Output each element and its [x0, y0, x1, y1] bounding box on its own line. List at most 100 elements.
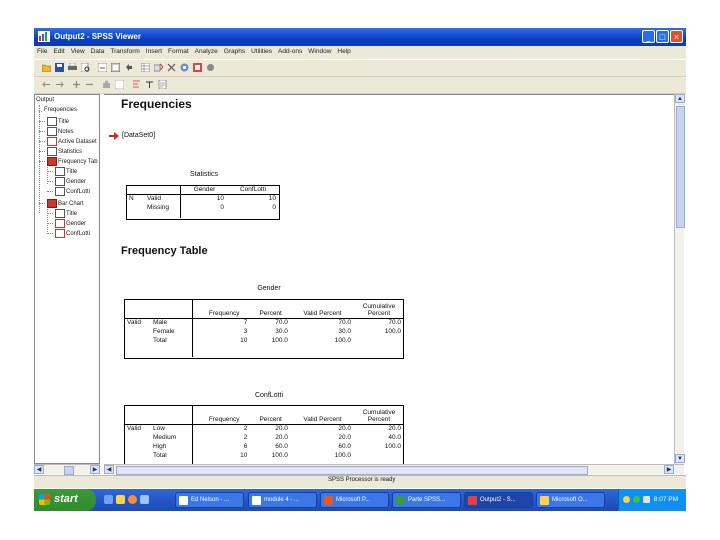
promote-arrow-icon[interactable] — [42, 80, 51, 89]
menu-format[interactable]: Format — [165, 46, 192, 55]
outline-item-title[interactable]: Title — [47, 209, 77, 218]
menu-view[interactable]: View — [68, 46, 88, 55]
outline-item-output[interactable]: Output — [36, 97, 54, 103]
undo-icon[interactable] — [124, 63, 133, 72]
insert-heading-icon[interactable] — [132, 80, 141, 89]
outline-pane[interactable]: Output Frequencies Title Notes Active Da… — [34, 94, 100, 464]
task-microsoft-powerpoint[interactable]: Microsoft P... — [320, 492, 389, 508]
expand-plus-icon[interactable] — [72, 80, 81, 89]
content-horizontal-scrollbar[interactable]: ◀ ▶ — [104, 464, 684, 475]
outline-item-conflotti[interactable]: ConfLotti — [47, 229, 90, 238]
tray-volume-icon[interactable] — [643, 496, 650, 503]
run-script-icon[interactable] — [206, 63, 215, 72]
quicklaunch-ie-icon[interactable] — [104, 495, 113, 504]
scroll-left-button[interactable]: ◀ — [104, 465, 114, 474]
insert-text-icon[interactable] — [158, 80, 167, 89]
quicklaunch-desktop-icon[interactable] — [140, 495, 149, 504]
scroll-thumb[interactable] — [116, 466, 588, 475]
close-button[interactable]: × — [670, 30, 683, 43]
taskbar-clock[interactable]: 8:07 PM — [654, 496, 678, 503]
menu-edit[interactable]: Edit — [50, 46, 67, 55]
scroll-thumb[interactable] — [676, 106, 685, 228]
start-button[interactable]: start — [34, 489, 96, 511]
outline-item-statistics[interactable]: Statistics — [39, 147, 82, 156]
demote-arrow-icon[interactable] — [55, 80, 64, 89]
book-icon — [47, 199, 57, 208]
task-ed-nelson[interactable]: Ed Nelson - ... — [175, 492, 244, 508]
standard-toolbar — [34, 60, 686, 77]
menu-file[interactable]: File — [34, 46, 50, 55]
frequencies-heading: Frequencies — [121, 97, 192, 111]
menu-data[interactable]: Data — [88, 46, 108, 55]
task-parte-spss[interactable]: Parte SPSS... — [392, 492, 461, 508]
hide-icon[interactable] — [115, 80, 124, 89]
gender-table-title: Gender — [257, 285, 281, 292]
table-row: High 6 60.0 60.0 100.0 — [153, 443, 401, 450]
minimize-button[interactable]: _ — [642, 30, 655, 43]
outline-item-notes[interactable]: Notes — [39, 127, 74, 136]
table-row: Valid Male 7 70.0 70.0 70.0 — [127, 319, 401, 326]
chart-icon — [55, 229, 65, 238]
open-folder-icon[interactable] — [42, 63, 51, 72]
scroll-left-button[interactable]: ◀ — [34, 465, 44, 474]
vertical-scrollbar[interactable]: ▲ ▼ — [674, 94, 685, 464]
page-icon — [55, 167, 65, 176]
quicklaunch-media-icon[interactable] — [128, 495, 137, 504]
goto-data-icon[interactable] — [141, 63, 150, 72]
tray-network-icon[interactable] — [623, 496, 630, 503]
outline-item-gender[interactable]: Gender — [47, 219, 86, 228]
menu-analyze[interactable]: Analyze — [192, 46, 221, 55]
use-sets-icon[interactable] — [180, 63, 189, 72]
statistics-table: Gender ConfLotti N Valid 10 10 Missing 0 0 — [129, 186, 276, 211]
scroll-right-button[interactable]: ▶ — [90, 465, 100, 474]
show-icon[interactable] — [102, 80, 111, 89]
outline-horizontal-scrollbar[interactable]: ◀ ▶ — [34, 464, 100, 475]
menu-help[interactable]: Help — [334, 46, 353, 55]
task-microsoft-outlook[interactable]: Microsoft O... — [536, 492, 605, 508]
quicklaunch-folder-icon[interactable] — [116, 495, 125, 504]
menu-insert[interactable]: Insert — [143, 46, 165, 55]
scroll-down-button[interactable]: ▼ — [675, 454, 685, 463]
menu-transform[interactable]: Transform — [107, 46, 142, 55]
task-output2-spss[interactable]: Output2 - S... — [464, 492, 533, 508]
outline-item-conflotti[interactable]: ConfLotti — [47, 187, 90, 196]
menu-window[interactable]: Window — [305, 46, 334, 55]
export-icon[interactable] — [98, 63, 107, 72]
scroll-right-button[interactable]: ▶ — [664, 465, 674, 474]
menu-addons[interactable]: Add-ons — [275, 46, 305, 55]
print-icon[interactable] — [68, 63, 77, 72]
task-module-4[interactable]: module 4 - ... — [248, 492, 317, 508]
outline-item-frequencies[interactable]: Frequencies — [39, 107, 77, 113]
tray-security-icon[interactable] — [633, 496, 640, 503]
menu-graphs[interactable]: Graphs — [221, 46, 248, 55]
menu-utilities[interactable]: Utilities — [248, 46, 275, 55]
outline-item-frequency-table[interactable]: Frequency Tab — [39, 157, 98, 166]
scroll-up-button[interactable]: ▲ — [675, 94, 685, 103]
powerpoint-icon — [324, 496, 333, 505]
dialog-recall-icon[interactable] — [111, 63, 120, 72]
spss-app-icon — [38, 31, 50, 42]
collapse-minus-icon[interactable] — [85, 80, 94, 89]
maximize-button[interactable]: □ — [656, 30, 669, 43]
outline-item-bar-chart[interactable]: Bar Chart — [39, 199, 84, 208]
page-icon — [47, 127, 57, 136]
window-title: Output2 - SPSS Viewer — [54, 32, 141, 41]
goto-case-icon[interactable] — [154, 63, 163, 72]
variables-icon[interactable] — [167, 63, 176, 72]
designate-window-icon[interactable] — [193, 63, 202, 72]
conflotti-frequency-table: Frequency Percent Valid Percent Cumulati… — [124, 405, 404, 460]
window-titlebar[interactable]: Output2 - SPSS Viewer _ □ × — [34, 28, 686, 46]
red-arrow-icon — [109, 132, 119, 140]
outlook-icon — [540, 496, 549, 505]
table-row: Total 10 100.0 100.0 — [153, 452, 351, 459]
outline-toolbar — [34, 77, 686, 94]
insert-title-icon[interactable] — [145, 80, 154, 89]
print-preview-icon[interactable] — [81, 63, 90, 72]
outline-item-active-dataset[interactable]: Active Dataset — [39, 137, 97, 146]
scroll-thumb[interactable] — [64, 466, 74, 475]
outline-item-gender[interactable]: Gender — [47, 177, 86, 186]
outline-item-title[interactable]: Title — [39, 117, 69, 126]
outline-item-title[interactable]: Title — [47, 167, 77, 176]
output-content-pane[interactable]: Frequencies [DataSet0] Statistics Gender… — [104, 94, 674, 465]
save-icon[interactable] — [55, 63, 64, 72]
